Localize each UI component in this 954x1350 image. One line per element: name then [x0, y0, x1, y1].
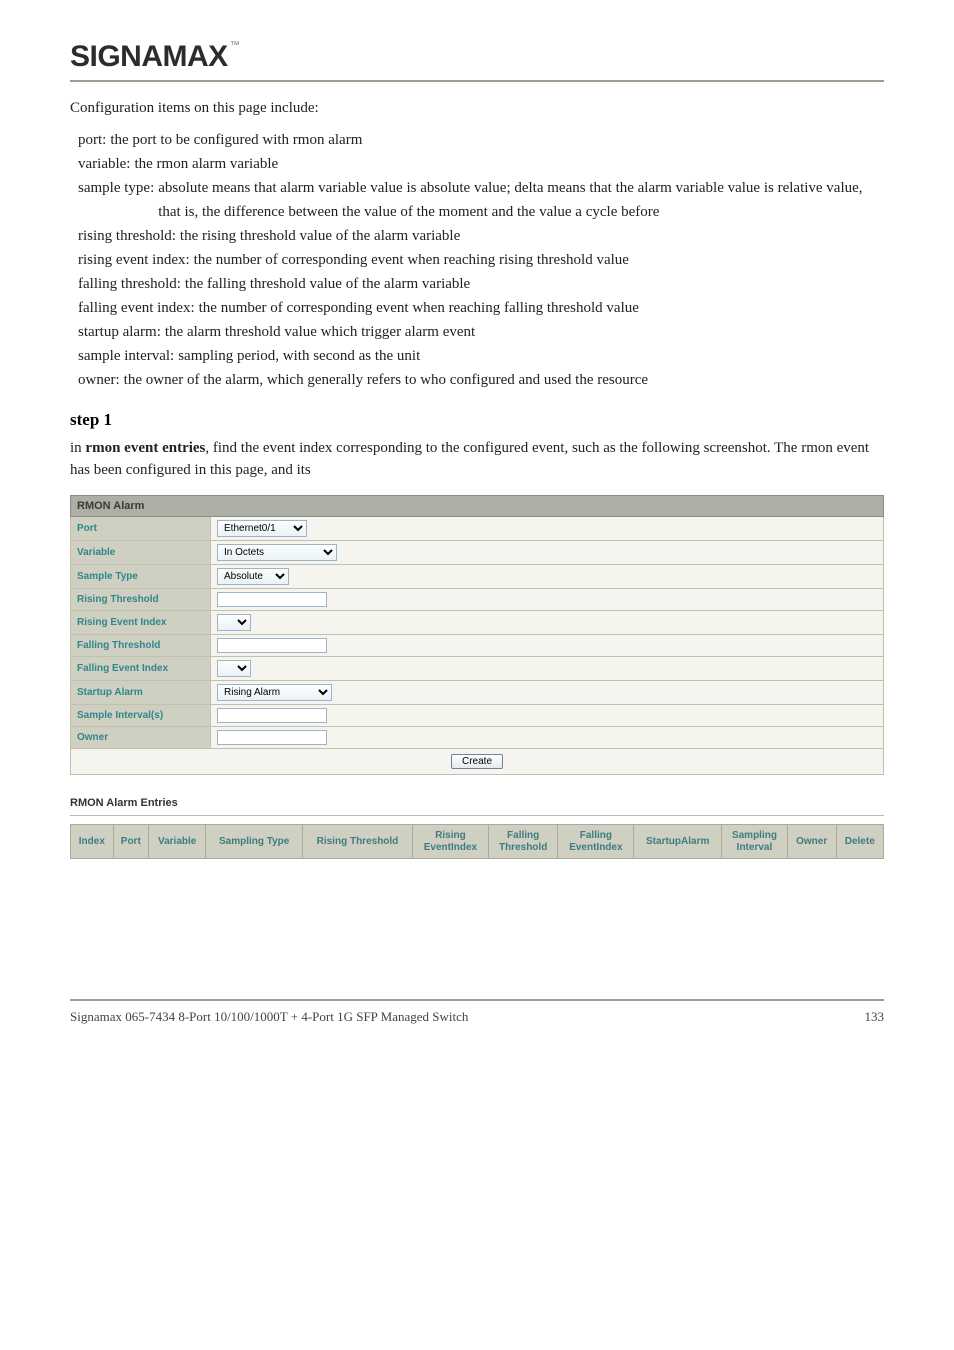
intro-paragraph: Configuration items on this page include…	[70, 98, 884, 120]
config-item-term: sample type:	[78, 176, 154, 224]
entries-separator	[70, 815, 884, 816]
config-item-desc: the rising threshold value of the alarm …	[180, 224, 460, 248]
variable-select[interactable]: In Octets	[217, 544, 337, 561]
label-rising-event-index: Rising Event Index	[71, 611, 211, 635]
config-item: rising event index:the number of corresp…	[78, 248, 884, 272]
sample-type-select[interactable]: Absolute	[217, 568, 289, 585]
entries-column-header: Variable	[148, 825, 206, 859]
label-variable: Variable	[71, 541, 211, 565]
step-paragraph: in rmon event entries, find the event in…	[70, 438, 884, 482]
entries-column-header: StartupAlarm	[634, 825, 722, 859]
label-sample-type: Sample Type	[71, 565, 211, 589]
label-falling-event-index: Falling Event Index	[71, 657, 211, 681]
config-item-desc: the number of corresponding event when r…	[194, 248, 629, 272]
footer-right: 133	[865, 1009, 885, 1025]
config-item: sample type:absolute means that alarm va…	[78, 176, 884, 224]
rmon-alarm-form: RMON Alarm Port Ethernet0/1 Variable In …	[70, 495, 884, 775]
config-item-term: rising event index:	[78, 248, 190, 272]
entries-grid: IndexPortVariableSampling TypeRising Thr…	[70, 824, 884, 859]
config-item-term: port:	[78, 128, 106, 152]
config-item-term: falling threshold:	[78, 272, 181, 296]
create-button[interactable]: Create	[451, 754, 503, 769]
rising-threshold-input[interactable]	[217, 592, 327, 607]
entries-column-header: FallingThreshold	[488, 825, 558, 859]
config-item-list: port:the port to be configured with rmon…	[78, 128, 884, 392]
label-falling-threshold: Falling Threshold	[71, 635, 211, 657]
config-item-desc: the rmon alarm variable	[134, 152, 278, 176]
config-item-term: variable:	[78, 152, 130, 176]
config-item: falling threshold:the falling threshold …	[78, 272, 884, 296]
rising-event-index-select[interactable]	[217, 614, 251, 631]
entries-column-header: SamplingInterval	[722, 825, 788, 859]
step-text-bold: rmon event entries	[85, 440, 205, 456]
config-item-desc: the number of corresponding event when r…	[199, 296, 639, 320]
config-item-term: startup alarm:	[78, 320, 161, 344]
config-item-desc: the port to be configured with rmon alar…	[110, 128, 362, 152]
config-item-term: falling event index:	[78, 296, 195, 320]
brand-name: SIGNAMAX	[70, 40, 228, 74]
config-item: sample interval:sampling period, with se…	[78, 344, 884, 368]
label-rising-threshold: Rising Threshold	[71, 589, 211, 611]
falling-event-index-select[interactable]	[217, 660, 251, 677]
config-item-desc: the alarm threshold value which trigger …	[165, 320, 475, 344]
entries-column-header: Sampling Type	[206, 825, 302, 859]
config-item-desc: the owner of the alarm, which generally …	[124, 368, 648, 392]
entries-header-row: IndexPortVariableSampling TypeRising Thr…	[71, 825, 884, 859]
owner-input[interactable]	[217, 730, 327, 745]
config-item-desc: absolute means that alarm variable value…	[158, 176, 884, 224]
port-select[interactable]: Ethernet0/1	[217, 520, 307, 537]
brand-bar: SIGNAMAX™	[70, 40, 884, 82]
form-title: RMON Alarm	[71, 496, 884, 517]
config-item: variable:the rmon alarm variable	[78, 152, 884, 176]
config-item-term: sample interval:	[78, 344, 174, 368]
config-item-term: owner:	[78, 368, 120, 392]
entries-column-header: FallingEventIndex	[558, 825, 634, 859]
label-owner: Owner	[71, 727, 211, 749]
footer-bar: Signamax 065-7434 8-Port 10/100/1000T + …	[70, 999, 884, 1025]
config-item: port:the port to be configured with rmon…	[78, 128, 884, 152]
config-item-desc: sampling period, with second as the unit	[178, 344, 420, 368]
config-item: falling event index:the number of corres…	[78, 296, 884, 320]
config-item: owner:the owner of the alarm, which gene…	[78, 368, 884, 392]
step-text-before: in	[70, 440, 85, 456]
config-item-desc: the falling threshold value of the alarm…	[185, 272, 470, 296]
sample-interval-input[interactable]	[217, 708, 327, 723]
startup-alarm-select[interactable]: Rising Alarm	[217, 684, 332, 701]
entries-title: RMON Alarm Entries	[70, 797, 884, 809]
entries-column-header: Rising Threshold	[302, 825, 412, 859]
footer-left: Signamax 065-7434 8-Port 10/100/1000T + …	[70, 1009, 468, 1025]
falling-threshold-input[interactable]	[217, 638, 327, 653]
entries-column-header: RisingEventIndex	[413, 825, 489, 859]
label-sample-interval: Sample Interval(s)	[71, 705, 211, 727]
entries-column-header: Port	[113, 825, 148, 859]
entries-column-header: Owner	[787, 825, 836, 859]
entries-column-header: Index	[71, 825, 114, 859]
label-port: Port	[71, 517, 211, 541]
config-item: rising threshold:the rising threshold va…	[78, 224, 884, 248]
brand-tm: ™	[230, 40, 240, 51]
config-item-term: rising threshold:	[78, 224, 176, 248]
entries-column-header: Delete	[836, 825, 883, 859]
step-heading: step 1	[70, 410, 884, 430]
config-item: startup alarm:the alarm threshold value …	[78, 320, 884, 344]
label-startup-alarm: Startup Alarm	[71, 681, 211, 705]
